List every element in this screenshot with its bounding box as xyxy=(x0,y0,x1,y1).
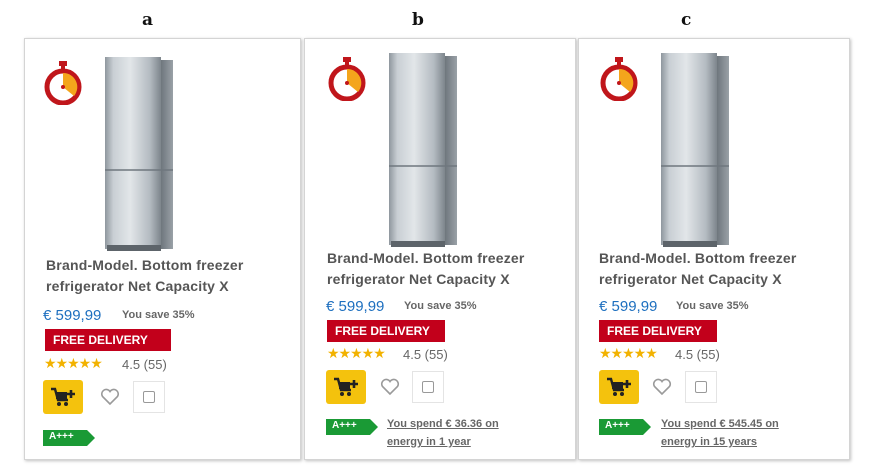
free-delivery-badge: FREE DELIVERY xyxy=(327,320,445,342)
compare-checkbox-icon xyxy=(143,391,155,403)
product-image[interactable] xyxy=(105,57,177,252)
product-title[interactable]: Brand-Model. Bottom freezer refrigerator… xyxy=(46,255,244,297)
compare-checkbox-icon xyxy=(695,381,707,393)
rating-value: 4.5 (55) xyxy=(403,347,448,362)
stopwatch-icon xyxy=(599,57,639,102)
compare-button[interactable] xyxy=(412,371,444,403)
wishlist-button[interactable] xyxy=(647,372,677,402)
add-to-cart-icon xyxy=(607,377,631,396)
rating-stars[interactable]: ★★★★★ xyxy=(44,355,103,372)
compare-button[interactable] xyxy=(685,371,717,403)
heart-icon xyxy=(652,378,672,396)
energy-cost-link[interactable]: You spend € 36.36 on energy in 1 year xyxy=(387,415,499,451)
energy-label-badge: A+++ xyxy=(599,419,651,435)
panel-label-b: b xyxy=(412,10,424,30)
rating-stars[interactable]: ★★★★★ xyxy=(599,345,658,362)
heart-icon xyxy=(100,388,120,406)
panel-label-a: a xyxy=(142,10,154,30)
add-to-cart-button[interactable] xyxy=(326,370,366,404)
rating-value: 4.5 (55) xyxy=(675,347,720,362)
wishlist-button[interactable] xyxy=(375,372,405,402)
product-title[interactable]: Brand-Model. Bottom freezer refrigerator… xyxy=(599,248,797,290)
savings-text: You save 35% xyxy=(404,300,477,312)
product-card-c[interactable]: Brand-Model. Bottom freezer refrigerator… xyxy=(578,38,850,460)
wishlist-button[interactable] xyxy=(95,382,125,412)
add-to-cart-icon xyxy=(334,377,358,396)
price: € 599,99 xyxy=(326,298,385,315)
product-card-b[interactable]: Brand-Model. Bottom freezer refrigerator… xyxy=(304,38,576,460)
rating-value: 4.5 (55) xyxy=(122,357,167,372)
compare-checkbox-icon xyxy=(422,381,434,393)
savings-text: You save 35% xyxy=(122,309,195,321)
stopwatch-icon xyxy=(43,61,83,106)
add-to-cart-button[interactable] xyxy=(599,370,639,404)
product-image[interactable] xyxy=(661,53,733,248)
add-to-cart-icon xyxy=(51,387,75,406)
product-card-a[interactable]: Brand-Model. Bottom freezer refrigerator… xyxy=(24,38,301,460)
add-to-cart-button[interactable] xyxy=(43,380,83,414)
free-delivery-badge: FREE DELIVERY xyxy=(45,329,171,351)
stopwatch-icon xyxy=(327,57,367,102)
energy-label-badge: A+++ xyxy=(326,419,378,435)
heart-icon xyxy=(380,378,400,396)
savings-text: You save 35% xyxy=(676,300,749,312)
price: € 599,99 xyxy=(599,298,658,315)
panel-label-c: c xyxy=(681,10,692,30)
product-image[interactable] xyxy=(389,53,461,248)
energy-label-badge: A+++ xyxy=(43,430,95,446)
energy-cost-link[interactable]: You spend € 545.45 on energy in 15 years xyxy=(661,415,779,451)
price: € 599,99 xyxy=(43,307,102,324)
free-delivery-badge: FREE DELIVERY xyxy=(599,320,717,342)
rating-stars[interactable]: ★★★★★ xyxy=(327,345,386,362)
product-title[interactable]: Brand-Model. Bottom freezer refrigerator… xyxy=(327,248,525,290)
compare-button[interactable] xyxy=(133,381,165,413)
